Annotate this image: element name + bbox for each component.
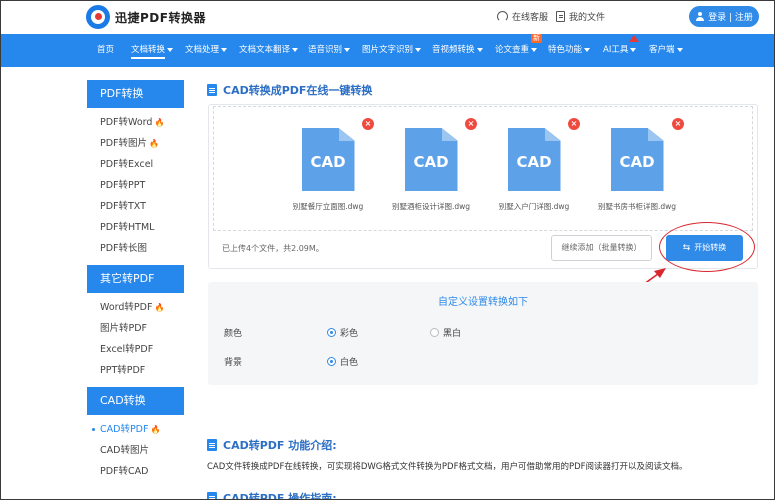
cad-file-icon: CAD	[507, 128, 561, 191]
page-title: CAD转换成PDF在线一键转换	[223, 84, 373, 97]
list-icon	[207, 439, 217, 451]
document-icon	[207, 84, 217, 96]
nav-item-features[interactable]: 特色功能	[548, 34, 591, 67]
customer-service-link[interactable]: 在线客服	[497, 10, 548, 23]
sidebar-item-excel-to-pdf[interactable]: Excel转PDF	[87, 339, 184, 360]
nav-item-doc-convert[interactable]: 文档转换	[131, 34, 174, 67]
radio-selected-icon	[327, 328, 336, 337]
chevron-down-icon	[676, 47, 683, 52]
fire-icon: 🔥	[150, 425, 161, 434]
chevron-down-icon	[344, 47, 351, 52]
settings-title: 自定义设置转换如下	[438, 297, 528, 308]
chevron-down-icon	[584, 47, 591, 52]
page-title-bar: CAD转换成PDF在线一键转换	[207, 82, 372, 98]
file-card: CAD 别墅酒柜设计详图.dwg	[386, 128, 476, 212]
top-header: 迅捷PDF转换器 在线客服 我的文件 登录 | 注册	[0, 0, 775, 34]
remove-file-button[interactable]: ×	[568, 118, 580, 130]
sidebar-item-pdf-to-long-image[interactable]: PDF转长图	[87, 238, 184, 259]
nav-item-doc-process[interactable]: 文档处理	[185, 34, 228, 67]
cad-file-icon: CAD	[404, 128, 458, 191]
sidebar-item-cad-to-image[interactable]: CAD转图片	[87, 440, 184, 461]
my-files-label: 我的文件	[569, 13, 606, 23]
file-name: 别墅书房书柜详图.dwg	[597, 202, 677, 211]
file-card: CAD 别墅书房书柜详图.dwg	[592, 128, 682, 212]
nav-item-speech[interactable]: 语音识别	[308, 34, 351, 67]
nav-item-ocr[interactable]: 图片文字识别	[362, 34, 422, 67]
file-card: CAD 别墅餐厅立面图.dwg	[283, 128, 373, 212]
fire-icon: 🔥	[149, 139, 159, 148]
nav-item-av-convert[interactable]: 音视频转换	[432, 34, 483, 67]
sidebar-item-pdf-to-txt[interactable]: PDF转TXT	[87, 196, 184, 217]
main-nav: 首页 文档转换 文档处理 文档文本翻译 语音识别 图片文字识别 音视频转换 论文…	[0, 34, 775, 67]
radio-empty-icon	[430, 328, 439, 337]
guide-heading: CAD转PDF 操作指南:	[207, 490, 337, 500]
sidebar-group-title: 其它转PDF	[87, 265, 184, 293]
radio-color[interactable]: 彩色	[327, 326, 358, 339]
chevron-down-icon	[531, 47, 538, 52]
chevron-down-icon	[221, 47, 228, 52]
remove-file-button[interactable]: ×	[362, 118, 374, 130]
logo-icon[interactable]	[86, 5, 110, 29]
user-icon	[695, 12, 704, 21]
chevron-down-icon	[415, 47, 422, 52]
remove-file-button[interactable]: ×	[465, 118, 477, 130]
list-icon	[207, 492, 217, 500]
sidebar-item-cad-to-pdf[interactable]: CAD转PDF 🔥	[87, 419, 184, 440]
sidebar-item-image-to-pdf[interactable]: 图片转PDF	[87, 318, 184, 339]
intro-heading: CAD转PDF 功能介绍:	[207, 437, 337, 453]
sidebar: PDF转换 PDF转Word 🔥 PDF转图片 🔥 PDF转Excel PDF转PP…	[87, 80, 184, 488]
login-label: 登录 | 注册	[708, 13, 753, 23]
settings-panel: 自定义设置转换如下 颜色 彩色 黑白 背景 白色	[208, 282, 758, 385]
chevron-down-icon	[167, 47, 174, 52]
upload-summary: 已上传4个文件，共2.09M。	[222, 244, 324, 253]
file-name: 别墅酒柜设计详图.dwg	[391, 202, 471, 211]
new-badge: 新	[531, 34, 542, 43]
cad-file-icon: CAD	[301, 128, 355, 191]
file-card: CAD 别墅入户门详图.dwg	[489, 128, 579, 212]
login-register-button[interactable]: 登录 | 注册	[689, 6, 759, 27]
sidebar-item-pdf-to-html[interactable]: PDF转HTML	[87, 217, 184, 238]
sidebar-item-pdf-to-cad[interactable]: PDF转CAD	[87, 461, 184, 482]
file-name: 别墅餐厅立面图.dwg	[292, 202, 364, 211]
sidebar-item-pdf-to-image[interactable]: PDF转图片 🔥	[87, 133, 184, 154]
radio-selected-icon	[327, 357, 336, 366]
background-label: 背景	[224, 358, 243, 368]
sidebar-item-pdf-to-ppt[interactable]: PDF转PPT	[87, 175, 184, 196]
chevron-down-icon	[476, 47, 483, 52]
highlight-circle	[659, 222, 755, 272]
brand-name[interactable]: 迅捷PDF转换器	[115, 9, 206, 26]
chevron-down-icon	[292, 47, 299, 52]
headset-icon	[497, 11, 508, 22]
fire-icon: 🔥	[154, 118, 165, 127]
sidebar-item-pdf-to-excel[interactable]: PDF转Excel	[87, 154, 184, 175]
hot-indicator-icon	[629, 35, 639, 42]
chevron-down-icon	[630, 47, 637, 52]
my-files-link[interactable]: 我的文件	[556, 10, 605, 23]
add-more-button[interactable]: 继续添加（批量转换）	[551, 235, 652, 261]
color-label: 颜色	[224, 329, 243, 339]
customer-service-label: 在线客服	[512, 13, 549, 23]
file-name: 别墅入户门详图.dwg	[498, 202, 570, 211]
sidebar-item-pdf-to-word[interactable]: PDF转Word 🔥	[87, 112, 184, 133]
sidebar-item-ppt-to-pdf[interactable]: PPT转PDF	[87, 360, 184, 381]
sidebar-group-title: CAD转换	[87, 387, 184, 415]
sidebar-item-word-to-pdf[interactable]: Word转PDF 🔥	[87, 297, 184, 318]
remove-file-button[interactable]: ×	[672, 118, 684, 130]
intro-paragraph: CAD文件转换成PDF在线转换，可实现将DWG格式文件转换为PDF格式文档，用户…	[207, 462, 688, 472]
fire-icon: 🔥	[154, 303, 165, 312]
sidebar-group-title: PDF转换	[87, 80, 184, 108]
radio-white-bg[interactable]: 白色	[327, 355, 358, 368]
document-icon	[556, 11, 565, 22]
nav-item-translate[interactable]: 文档文本翻译	[239, 34, 299, 67]
nav-item-home[interactable]: 首页	[97, 34, 114, 67]
radio-black-white[interactable]: 黑白	[430, 326, 461, 339]
nav-item-client[interactable]: 客户端	[649, 34, 683, 67]
cad-file-icon: CAD	[610, 128, 664, 191]
